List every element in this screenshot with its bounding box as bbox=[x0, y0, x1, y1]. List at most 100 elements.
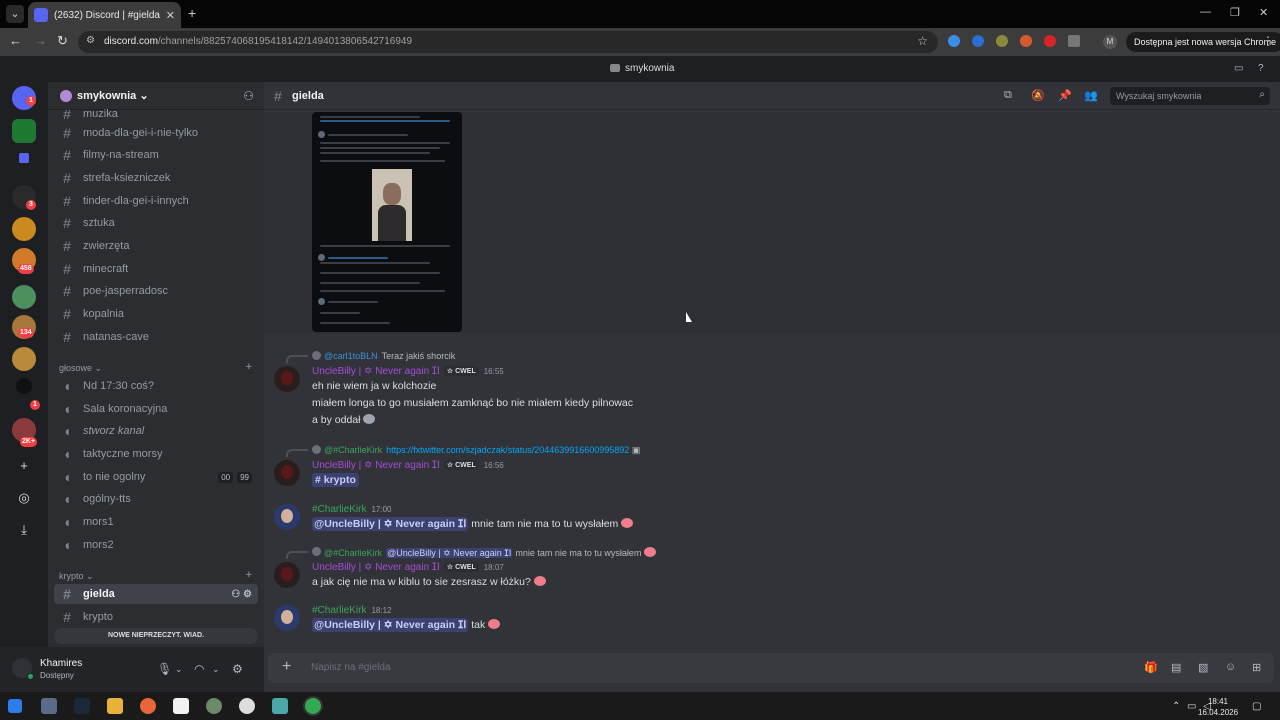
channel-item[interactable]: # sztuka bbox=[54, 213, 258, 233]
channel-item[interactable]: # muzika bbox=[54, 104, 258, 124]
new-tab-icon[interactable]: + bbox=[188, 5, 196, 21]
message-author[interactable]: #CharlieKirk 18:12 bbox=[312, 605, 392, 616]
taskbar-app-icon[interactable] bbox=[272, 698, 288, 714]
invite-icon[interactable]: ⚇ bbox=[243, 89, 254, 103]
channel-item-krypto[interactable]: # krypto bbox=[54, 607, 258, 627]
tab-close-icon[interactable]: ✕ bbox=[166, 9, 175, 22]
server-icon[interactable] bbox=[12, 119, 36, 143]
extension-3-icon[interactable] bbox=[996, 35, 1008, 47]
extensions-puzzle-icon[interactable] bbox=[1068, 35, 1080, 47]
discover-icon[interactable]: ◎ bbox=[12, 486, 36, 510]
server-icon[interactable] bbox=[12, 217, 36, 241]
user-mention[interactable]: @UncleBilly | ✡ Never again ⵊⵏ bbox=[312, 517, 469, 531]
channel-settings-icon[interactable]: ⚇ ⚙ bbox=[231, 589, 252, 600]
channel-item[interactable]: # poe-jasperradosc bbox=[54, 281, 258, 301]
channel-item[interactable]: # natanas-cave bbox=[54, 327, 258, 347]
notifications-icon[interactable]: ▢ bbox=[1252, 701, 1261, 712]
tweet-screenshot-image[interactable] bbox=[312, 112, 462, 332]
firefox-icon[interactable] bbox=[140, 698, 156, 714]
chrome-icon[interactable] bbox=[305, 698, 321, 714]
message-author[interactable]: UncleBilly | ✡ Never again ⵊⵏ ☆ CWEL 18:07 bbox=[312, 562, 504, 573]
username[interactable]: Khamires bbox=[40, 658, 82, 669]
download-icon[interactable]: ⤓ bbox=[12, 518, 36, 542]
close-window-icon[interactable]: ✕ bbox=[1259, 6, 1268, 19]
message-composer[interactable]: + Napisz na #gielda 🎁 ▤ ▧ ☺ ⊞ bbox=[268, 653, 1274, 683]
server-icon[interactable] bbox=[16, 378, 32, 394]
apps-icon[interactable]: ⊞ bbox=[1252, 661, 1261, 674]
user-mention[interactable]: @UncleBilly | ✡ Never again ⵊⵏ bbox=[312, 618, 469, 632]
extension-5-icon[interactable] bbox=[1044, 35, 1056, 47]
create-crypto-channel-icon[interactable]: + bbox=[246, 569, 252, 581]
reply-preview[interactable]: @#CharlieKirk @UncleBilly | ✡ Never again… bbox=[324, 547, 657, 559]
channel-item[interactable]: # strefa-ksiezniczek bbox=[54, 168, 258, 188]
chevron-down-icon[interactable]: ⌄ bbox=[212, 664, 220, 675]
reply-preview[interactable]: @#CharlieKirk https://fxtwitter.com/szjad… bbox=[324, 445, 640, 456]
taskbar-app-icon[interactable] bbox=[206, 698, 222, 714]
voice-channel-item[interactable]: ◖ Nd 17:30 coś? bbox=[54, 376, 258, 396]
voice-channel-item[interactable]: ◖ mors1 bbox=[54, 512, 258, 532]
avatar[interactable] bbox=[274, 562, 300, 588]
taskbar-clock[interactable]: 18:41 16.04.2026 bbox=[1198, 696, 1238, 718]
avatar[interactable] bbox=[274, 460, 300, 486]
emoji-picker-icon[interactable]: ☺ bbox=[1225, 661, 1236, 673]
extension-1-icon[interactable] bbox=[948, 35, 960, 47]
member-list-icon[interactable]: 👥 bbox=[1084, 89, 1098, 102]
notification-bell-icon[interactable]: 🔕 bbox=[1031, 89, 1045, 102]
server-icon[interactable] bbox=[12, 285, 36, 309]
taskbar-app-icon[interactable] bbox=[173, 698, 189, 714]
threads-icon[interactable]: ⧉ bbox=[1004, 89, 1012, 102]
reload-icon[interactable]: ↻ bbox=[57, 33, 68, 49]
headphones-icon[interactable]: ◠ bbox=[194, 662, 204, 676]
microphone-icon[interactable]: 🎙 bbox=[157, 662, 172, 676]
create-voice-channel-icon[interactable]: + bbox=[246, 361, 252, 373]
channel-item[interactable]: # moda-dla-gei-i-nie-tylko bbox=[54, 123, 258, 143]
help-icon[interactable]: ? bbox=[1258, 63, 1264, 74]
voice-channel-item[interactable]: ◖ Sala koronacyjna bbox=[54, 399, 258, 419]
inbox-icon[interactable]: ▭ bbox=[1234, 63, 1243, 74]
gif-icon[interactable]: ▤ bbox=[1171, 661, 1181, 674]
bookmark-star-icon[interactable]: ☆ bbox=[917, 34, 928, 48]
avatar[interactable] bbox=[274, 504, 300, 530]
channel-item-gielda[interactable]: # gielda ⚇ ⚙ bbox=[54, 584, 258, 604]
gear-icon[interactable]: ⚙ bbox=[232, 662, 243, 676]
channel-item[interactable]: # zwierzęta bbox=[54, 236, 258, 256]
back-icon[interactable]: ← bbox=[9, 33, 22, 48]
address-bar[interactable]: ⚙ discord.com/channels/88257406819541814… bbox=[78, 31, 938, 53]
voice-channel-item[interactable]: ◖ taktyczne morsy bbox=[54, 444, 258, 464]
browser-tab[interactable]: (2632) Discord | #gielda | smykownia ✕ bbox=[28, 2, 181, 28]
folder-icon[interactable] bbox=[19, 153, 29, 163]
chrome-update-button[interactable]: Dostępna jest nowa wersja Chrome bbox=[1126, 32, 1280, 52]
voice-category[interactable]: głosowe ⌄ bbox=[59, 363, 102, 374]
settings-gear-icon[interactable] bbox=[239, 698, 255, 714]
crypto-category[interactable]: krypto ⌄ bbox=[59, 571, 94, 582]
new-unread-button[interactable]: NOWE NIEPRZECZYT. WIAD. bbox=[54, 628, 258, 644]
voice-channel-item[interactable]: ◖ to nie ogolny 00 99 bbox=[54, 467, 258, 487]
message-author[interactable]: #CharlieKirk 17:00 bbox=[312, 504, 392, 515]
channel-item[interactable]: # minecraft bbox=[54, 259, 258, 279]
upload-plus-icon[interactable]: + bbox=[282, 658, 291, 676]
channel-mention[interactable]: # krypto bbox=[312, 473, 359, 487]
chevron-down-icon[interactable]: ⌄ bbox=[175, 664, 183, 675]
avatar[interactable] bbox=[274, 366, 300, 392]
search-input[interactable]: Wyszukaj smykownia ⌕ bbox=[1110, 87, 1270, 105]
add-server-icon[interactable]: + bbox=[12, 454, 36, 478]
channel-item[interactable]: # tinder-dla-gei-i-innych bbox=[54, 191, 258, 211]
voice-channel-item[interactable]: ◖ mors2 bbox=[54, 535, 258, 555]
voice-channel-item[interactable]: ◖ ogólny-tts bbox=[54, 489, 258, 509]
network-icon[interactable]: ▭ bbox=[1187, 701, 1196, 712]
voice-channel-item[interactable]: ◖ stworz kanal bbox=[54, 421, 258, 441]
message-author[interactable]: UncleBilly | ✡ Never again ⵊⵏ ☆ CWEL 16:56 bbox=[312, 460, 504, 471]
sticker-icon[interactable]: ▧ bbox=[1198, 661, 1208, 674]
tray-chevron-icon[interactable]: ⌃ bbox=[1172, 701, 1180, 712]
server-icon[interactable] bbox=[12, 347, 36, 371]
windows-start-icon[interactable] bbox=[8, 699, 22, 713]
minimize-icon[interactable]: — bbox=[1200, 6, 1211, 18]
file-explorer-icon[interactable] bbox=[107, 698, 123, 714]
tab-search-icon[interactable]: ⌄ bbox=[6, 5, 24, 23]
avatar[interactable] bbox=[274, 605, 300, 631]
site-info-icon[interactable]: ⚙ bbox=[86, 35, 95, 46]
profile-avatar[interactable]: M bbox=[1103, 35, 1117, 49]
gift-icon[interactable]: 🎁 bbox=[1144, 661, 1158, 674]
restore-icon[interactable]: ❐ bbox=[1230, 6, 1240, 19]
message-author[interactable]: UncleBilly | ✡ Never again ⵊⵏ ☆ CWEL 16:55 bbox=[312, 366, 504, 377]
